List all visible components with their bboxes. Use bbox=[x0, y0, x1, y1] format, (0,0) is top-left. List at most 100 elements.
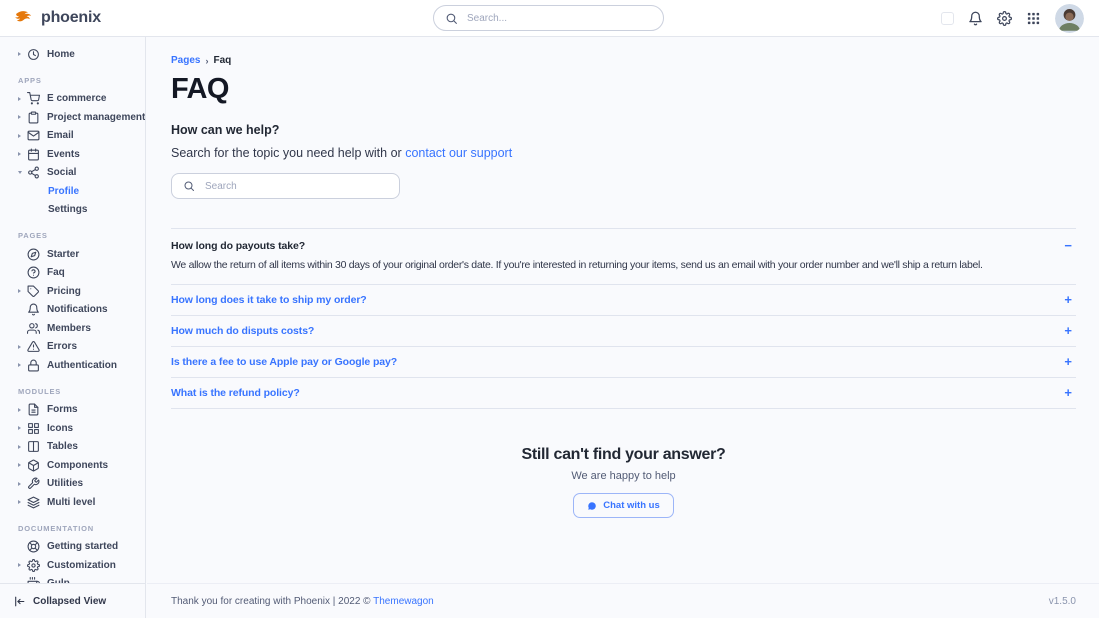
faq-search[interactable] bbox=[171, 173, 400, 199]
collapsed-view-toggle[interactable]: Collapsed View bbox=[0, 583, 145, 618]
theme-toggle-icon[interactable] bbox=[941, 12, 954, 25]
sidebar-item-email[interactable]: Email bbox=[0, 127, 145, 146]
sidebar-item-forms[interactable]: Forms bbox=[0, 401, 145, 420]
calendar-icon bbox=[27, 148, 40, 161]
sidebar-item-utilities[interactable]: Utilities bbox=[0, 475, 145, 494]
faq-accordion: How long do payouts take? − We allow the… bbox=[171, 228, 1076, 409]
collapse-arrow-icon bbox=[13, 595, 26, 608]
gear-icon bbox=[27, 559, 40, 572]
faq-question: Is there a fee to use Apple pay or Googl… bbox=[171, 356, 397, 368]
sidebar-item-errors[interactable]: Errors bbox=[0, 338, 145, 357]
footer: Thank you for creating with Phoenix | 20… bbox=[147, 583, 1099, 618]
help-intro: Search for the topic you need help with … bbox=[171, 146, 1076, 160]
footer-credit: Thank you for creating with Phoenix | 20… bbox=[171, 596, 434, 607]
cta-title: Still can't find your answer? bbox=[171, 446, 1076, 464]
brand-logo[interactable]: phoenix bbox=[0, 7, 146, 29]
bell-icon bbox=[27, 303, 40, 316]
faq-question: How long do payouts take? bbox=[171, 240, 305, 252]
sidebar-item-tables[interactable]: Tables bbox=[0, 438, 145, 457]
faq-question-row[interactable]: How long does it take to ship my order? … bbox=[171, 293, 1076, 306]
chevron-right-icon bbox=[18, 52, 21, 56]
sidebar-item-ecommerce[interactable]: E commerce bbox=[0, 90, 145, 109]
users-icon bbox=[27, 322, 40, 335]
faq-question-row[interactable]: How much do disputs costs? + bbox=[171, 324, 1076, 337]
faq-question: How long does it take to ship my order? bbox=[171, 294, 367, 306]
breadcrumb-pages-link[interactable]: Pages bbox=[171, 55, 200, 66]
themewagon-link[interactable]: Themewagon bbox=[373, 596, 434, 607]
layers-icon bbox=[27, 496, 40, 509]
sidebar-item-multi-level[interactable]: Multi level bbox=[0, 493, 145, 512]
sidebar-section-modules: MODULES bbox=[18, 387, 145, 396]
chevron-right-icon bbox=[18, 97, 21, 101]
chevron-right-icon bbox=[18, 289, 21, 293]
expand-plus-icon[interactable]: + bbox=[1064, 324, 1076, 337]
global-search-input[interactable] bbox=[465, 12, 652, 25]
chevron-right-icon bbox=[18, 482, 21, 486]
sidebar-item-social[interactable]: Social bbox=[0, 164, 145, 183]
phoenix-logo-icon bbox=[13, 7, 35, 29]
sidebar-item-icons[interactable]: Icons bbox=[0, 419, 145, 438]
sidebar-item-starter[interactable]: Starter bbox=[0, 245, 145, 264]
faq-item-refund-policy: What is the refund policy? + bbox=[171, 378, 1076, 409]
tag-icon bbox=[27, 285, 40, 298]
chat-with-us-button[interactable]: Chat with us bbox=[573, 493, 673, 518]
breadcrumb-separator-icon: › bbox=[205, 56, 208, 66]
chat-bubble-icon bbox=[587, 501, 597, 511]
sidebar-item-project-management[interactable]: Project management bbox=[0, 108, 145, 127]
help-heading: How can we help? bbox=[171, 123, 1076, 137]
chevron-right-icon bbox=[18, 500, 21, 504]
expand-plus-icon[interactable]: + bbox=[1064, 386, 1076, 399]
sidebar-item-home[interactable]: Home bbox=[0, 45, 145, 64]
package-icon bbox=[27, 459, 40, 472]
chevron-right-icon bbox=[18, 563, 21, 567]
sidebar-item-settings[interactable]: Settings bbox=[0, 201, 145, 220]
breadcrumb: Pages › Faq bbox=[171, 55, 1076, 66]
faq-item-apple-google-pay: Is there a fee to use Apple pay or Googl… bbox=[171, 347, 1076, 378]
sidebar-item-notifications[interactable]: Notifications bbox=[0, 301, 145, 320]
page-title: FAQ bbox=[171, 73, 1076, 106]
expand-plus-icon[interactable]: + bbox=[1064, 355, 1076, 368]
help-intro-text: Search for the topic you need help with … bbox=[171, 146, 402, 160]
faq-search-input[interactable] bbox=[203, 180, 388, 193]
main-content: Pages › Faq FAQ How can we help? Search … bbox=[147, 37, 1099, 583]
sidebar-item-components[interactable]: Components bbox=[0, 456, 145, 475]
sidebar-item-members[interactable]: Members bbox=[0, 319, 145, 338]
sidebar-item-pricing[interactable]: Pricing bbox=[0, 282, 145, 301]
sidebar-item-gulp[interactable]: Gulp bbox=[0, 575, 145, 584]
grid-icon bbox=[27, 422, 40, 435]
sidebar-item-authentication[interactable]: Authentication bbox=[0, 356, 145, 375]
contact-support-link[interactable]: contact our support bbox=[405, 146, 512, 160]
sidebar-item-profile[interactable]: Profile bbox=[0, 182, 145, 201]
sidebar-nav: Home APPS E commerce Project management … bbox=[0, 37, 145, 583]
sidebar-section-documentation: DOCUMENTATION bbox=[18, 524, 145, 533]
chevron-right-icon bbox=[18, 115, 21, 119]
sidebar-item-faq[interactable]: Faq bbox=[0, 264, 145, 283]
footer-text: Thank you for creating with Phoenix | 20… bbox=[171, 596, 371, 607]
search-icon bbox=[445, 12, 458, 25]
sidebar-item-events[interactable]: Events bbox=[0, 145, 145, 164]
cta-section: Still can't find your answer? We are hap… bbox=[171, 446, 1076, 518]
app-launcher-grid-icon[interactable] bbox=[1026, 11, 1041, 26]
faq-question-row[interactable]: What is the refund policy? + bbox=[171, 386, 1076, 399]
file-text-icon bbox=[27, 403, 40, 416]
settings-gear-icon[interactable] bbox=[997, 11, 1012, 26]
chevron-right-icon bbox=[18, 134, 21, 138]
user-avatar[interactable] bbox=[1055, 4, 1084, 33]
sidebar-item-customization[interactable]: Customization bbox=[0, 556, 145, 575]
mail-icon bbox=[27, 129, 40, 142]
collapse-minus-icon[interactable]: − bbox=[1064, 239, 1076, 252]
lifebuoy-icon bbox=[27, 540, 40, 553]
expand-plus-icon[interactable]: + bbox=[1064, 293, 1076, 306]
sidebar-item-getting-started[interactable]: Getting started bbox=[0, 538, 145, 557]
faq-question-row[interactable]: Is there a fee to use Apple pay or Googl… bbox=[171, 355, 1076, 368]
sidebar: Home APPS E commerce Project management … bbox=[0, 37, 146, 618]
chevron-right-icon bbox=[18, 445, 21, 449]
notifications-bell-icon[interactable] bbox=[968, 11, 983, 26]
global-search[interactable] bbox=[433, 5, 664, 31]
table-icon bbox=[27, 440, 40, 453]
faq-question-row[interactable]: How long do payouts take? − bbox=[171, 239, 1076, 252]
help-circle-icon bbox=[27, 266, 40, 279]
sidebar-section-apps: APPS bbox=[18, 76, 145, 85]
navbar-actions bbox=[941, 4, 1099, 33]
compass-icon bbox=[27, 248, 40, 261]
